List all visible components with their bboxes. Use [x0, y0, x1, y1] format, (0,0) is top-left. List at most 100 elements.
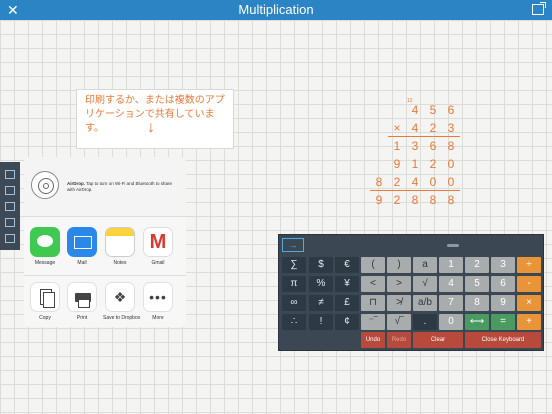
share-app-notes[interactable]: Notes [103, 227, 137, 266]
notes-icon [105, 227, 135, 257]
floor-key[interactable]: ⊓ [361, 295, 385, 311]
page-title: Multiplication [238, 2, 314, 17]
share-app-label: Notes [113, 260, 127, 266]
not-greater-key[interactable]: ≯ [387, 295, 411, 311]
divide-key[interactable]: ÷ [517, 257, 541, 273]
not-equal-key[interactable]: ≠ [309, 295, 333, 311]
digit-3-key[interactable]: 3 [491, 257, 515, 273]
save-to-dropbox-button[interactable]: ❖ Save to Dropbox [103, 282, 140, 321]
print-button[interactable]: Print [65, 282, 99, 321]
digit-cell[interactable]: 1 [388, 137, 406, 155]
less-than-key[interactable]: < [361, 276, 385, 292]
clear-button[interactable]: Clear [413, 332, 463, 348]
digit-cell[interactable]: 2 [388, 191, 406, 209]
sqrt-key[interactable]: √ [413, 276, 437, 292]
redo-button[interactable]: Redo [387, 332, 411, 348]
digit-cell[interactable]: 2 [388, 173, 406, 191]
variable-key[interactable]: a [413, 257, 437, 273]
digit-4-key[interactable]: 4 [439, 276, 463, 292]
plus-key[interactable]: + [517, 314, 541, 330]
digit-6-key[interactable]: 6 [491, 276, 515, 292]
percent-key[interactable]: % [309, 276, 333, 292]
cent-key[interactable]: ¢ [335, 314, 359, 330]
digit-cell[interactable]: 3 [442, 119, 460, 137]
dollar-key[interactable]: $ [309, 257, 333, 273]
digit-cell[interactable]: 8 [442, 137, 460, 155]
layout-icon[interactable] [5, 218, 15, 227]
pi-key[interactable]: π [282, 276, 306, 292]
digit-cell[interactable]: 9 [388, 155, 406, 173]
digit-cell[interactable]: 0 [442, 155, 460, 173]
digit-8-key[interactable]: 8 [465, 295, 489, 311]
arrow-key[interactable]: ⟷ [465, 314, 489, 330]
airdrop-row[interactable]: AirDrop. Tap to turn on Wi-Fi and Blueto… [24, 157, 186, 217]
digit-cell[interactable]: 4 [406, 101, 424, 119]
brush-icon[interactable] [5, 186, 15, 195]
therefore-key[interactable]: ∴ [282, 314, 306, 330]
tab-arrow-button[interactable]: → [282, 238, 304, 252]
digit-cell[interactable]: 4 [406, 119, 424, 137]
equals-key[interactable]: = [491, 314, 515, 330]
down-arrow-icon: ↓ [147, 119, 155, 136]
euro-key[interactable]: € [335, 257, 359, 273]
multiply-key[interactable]: × [517, 295, 541, 311]
decimal-key[interactable]: . [413, 314, 437, 330]
digit-cell[interactable]: 8 [370, 173, 388, 191]
share-app-mail[interactable]: Mail [65, 227, 99, 266]
digit-cell[interactable]: 6 [442, 101, 460, 119]
digit-cell[interactable]: 5 [424, 101, 442, 119]
more-icon: ••• [143, 282, 173, 312]
digit-cell[interactable]: 0 [424, 173, 442, 191]
factorial-key[interactable]: ! [309, 314, 333, 330]
digit-7-key[interactable]: 7 [439, 295, 463, 311]
action-label: Copy [39, 315, 51, 321]
digit-cell[interactable]: 3 [406, 137, 424, 155]
math-keyboard: → ∑ $ €() a 1 2 3 ÷ π% ¥ < > √ 4 5 6- ∞ ≠ £ ⊓ ≯ a/b 7 8 9 × ∴! ¢ ⁻‾ √… [278, 234, 544, 351]
yen-key[interactable]: ¥ [335, 276, 359, 292]
digit-cell[interactable]: 1 [406, 155, 424, 173]
multiplication-row: 9120 [370, 155, 462, 173]
more-button[interactable]: ••• More [141, 282, 175, 321]
digit-cell[interactable]: 8 [424, 191, 442, 209]
actions-row: Copy Print ❖ Save to Dropbox ••• More [24, 277, 186, 327]
digit-9-key[interactable]: 9 [491, 295, 515, 311]
undo-button[interactable]: Undo [361, 332, 385, 348]
greater-than-key[interactable]: > [387, 276, 411, 292]
export-icon[interactable] [5, 170, 15, 179]
digit-cell[interactable]: 8 [442, 191, 460, 209]
digit-5-key[interactable]: 5 [465, 276, 489, 292]
share-icon[interactable] [5, 234, 15, 243]
close-keyboard-button[interactable]: Close Keyboard [465, 332, 541, 348]
digit-cell[interactable]: 9 [370, 191, 388, 209]
digit-cell[interactable]: × [388, 119, 406, 137]
pound-key[interactable]: £ [335, 295, 359, 311]
keyboard-drag-handle[interactable] [447, 244, 459, 247]
multiplication-row: 92888 [370, 191, 462, 209]
infinity-key[interactable]: ∞ [282, 295, 306, 311]
share-app-gmail[interactable]: M Gmail [141, 227, 175, 266]
digit-cell[interactable]: 2 [424, 155, 442, 173]
digit-cell[interactable]: 6 [424, 137, 442, 155]
copy-button[interactable]: Copy [28, 282, 62, 321]
callout-line-2: リケーションで共有しています。 [85, 109, 215, 134]
dropbox-icon: ❖ [105, 282, 135, 312]
sum-key[interactable]: ∑ [282, 257, 306, 273]
digit-0-key[interactable]: 0 [439, 314, 463, 330]
digit-cell[interactable]: 4 [406, 173, 424, 191]
share-app-message[interactable]: Message [28, 227, 62, 266]
airdrop-text: AirDrop. Tap to turn on Wi-Fi and Blueto… [67, 181, 179, 193]
digit-cell[interactable]: 8 [406, 191, 424, 209]
instruction-callout: 印刷するか、または複数のアプ リケーションで共有しています。 ↓ [76, 89, 234, 149]
fraction-key[interactable]: a/b [413, 295, 437, 311]
digit-2-key[interactable]: 2 [465, 257, 489, 273]
digit-cell[interactable]: 2 [424, 119, 442, 137]
notes-icon[interactable] [5, 202, 15, 211]
minus-key[interactable]: - [517, 276, 541, 292]
open-paren-key[interactable]: ( [361, 257, 385, 273]
digit-cell[interactable]: 0 [442, 173, 460, 191]
close-paren-key[interactable]: ) [387, 257, 411, 273]
share-icon[interactable] [532, 2, 546, 15]
digit-1-key[interactable]: 1 [439, 257, 463, 273]
overline-key[interactable]: ⁻‾ [361, 314, 385, 330]
nth-root-key[interactable]: √‾ [387, 314, 411, 330]
